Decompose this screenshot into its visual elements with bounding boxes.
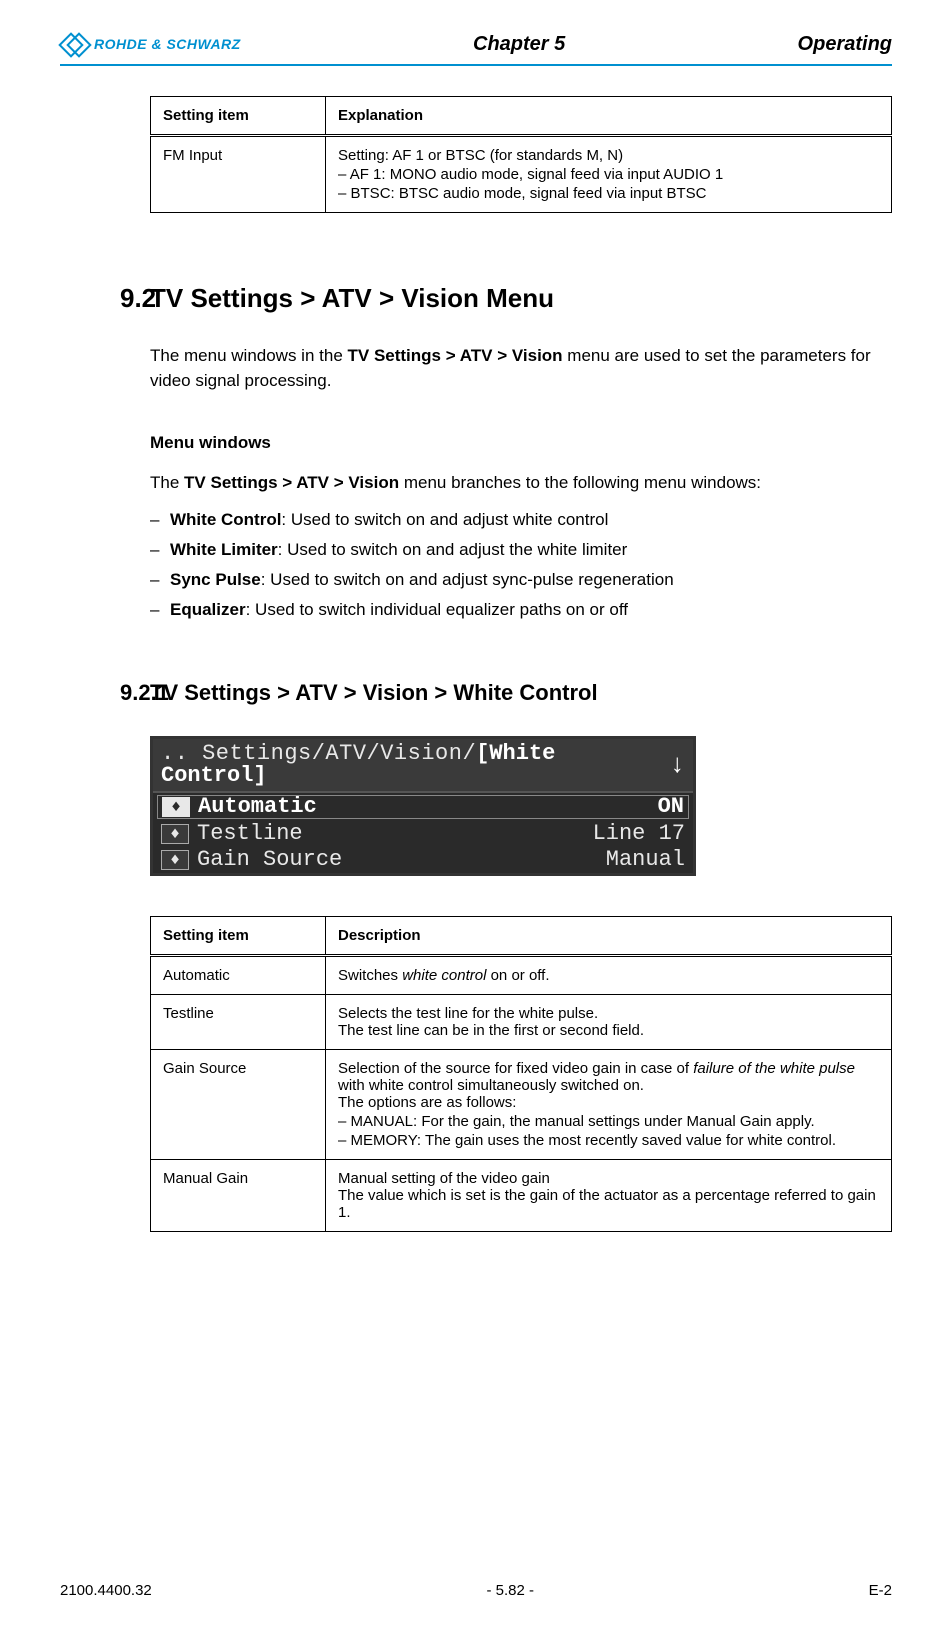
section-number: 9.2.1: [120, 680, 169, 706]
down-arrow-icon: ↓: [669, 752, 685, 778]
lcd-row: ♦ Automatic ON: [158, 796, 688, 818]
spinner-icon: ♦: [161, 824, 189, 844]
lcd-label: Gain Source: [197, 849, 606, 871]
menu-windows-list: – White Control: Used to switch on and a…: [150, 510, 892, 620]
heading-9-2-1: 9.2.1 TV Settings > ATV > Vision > White…: [60, 680, 892, 706]
lcd-row: ♦ Testline Line 17: [153, 821, 693, 847]
section-label: Operating: [798, 33, 892, 56]
page-footer: 2100.4400.32 - 5.82 - E-2: [60, 1582, 892, 1599]
settings-table-white-control: Setting item Description Automatic Switc…: [150, 916, 892, 1232]
footer-right: E-2: [869, 1582, 892, 1599]
section-title: TV Settings > ATV > Vision > White Contr…: [150, 680, 892, 706]
paragraph: The menu windows in the TV Settings > AT…: [150, 344, 892, 393]
lcd-label: Automatic: [198, 796, 658, 818]
col-setting-item: Setting item: [151, 916, 326, 955]
explanation-bullet: – AF 1: MONO audio mode, signal feed via…: [338, 166, 879, 183]
content-area: Setting item Explanation FM Input Settin…: [150, 96, 892, 213]
cell-description: Switches white control on or off.: [326, 955, 892, 994]
lcd-value: Line 17: [593, 823, 685, 845]
list-item: – White Control: Used to switch on and a…: [150, 510, 892, 530]
spinner-icon: ♦: [162, 797, 190, 817]
list-item: – Sync Pulse: Used to switch on and adju…: [150, 570, 892, 590]
footer-left: 2100.4400.32: [60, 1582, 152, 1599]
section-title: TV Settings > ATV > Vision Menu: [150, 283, 892, 314]
lcd-value: Manual: [606, 849, 685, 871]
table-row: Testline Selects the test line for the w…: [151, 994, 892, 1049]
description-bullet: – MANUAL: For the gain, the manual setti…: [338, 1113, 879, 1130]
cell-item: Manual Gain: [151, 1159, 326, 1231]
cell-item: Testline: [151, 994, 326, 1049]
lcd-value: ON: [658, 796, 684, 818]
description-bullet: – MEMORY: The gain uses the most recentl…: [338, 1132, 879, 1149]
chapter-label: Chapter 5: [473, 33, 565, 56]
explanation-line: Setting: AF 1 or BTSC (for standards M, …: [338, 147, 879, 164]
cell-description: Selection of the source for fixed video …: [326, 1049, 892, 1159]
list-item: – Equalizer: Used to switch individual e…: [150, 600, 892, 620]
table-row: Automatic Switches white control on or o…: [151, 955, 892, 994]
heading-9-2: 9.2 TV Settings > ATV > Vision Menu: [60, 283, 892, 314]
paragraph: The TV Settings > ATV > Vision menu bran…: [150, 471, 892, 496]
cell-item: Gain Source: [151, 1049, 326, 1159]
cell-item: FM Input: [151, 136, 326, 213]
table-row: FM Input Setting: AF 1 or BTSC (for stan…: [151, 136, 892, 213]
lcd-row: ♦ Gain Source Manual: [153, 847, 693, 873]
brand-logo: ROHDE & SCHWARZ: [60, 30, 241, 58]
page-header: ROHDE & SCHWARZ Chapter 5 Operating: [60, 30, 892, 66]
table-header-row: Setting item Explanation: [151, 97, 892, 136]
table-row: Gain Source Selection of the source for …: [151, 1049, 892, 1159]
section-number: 9.2: [120, 283, 156, 314]
col-description: Description: [326, 916, 892, 955]
sub-heading-menu-windows: Menu windows: [150, 433, 892, 453]
table-row: Manual Gain Manual setting of the video …: [151, 1159, 892, 1231]
settings-table-fm: Setting item Explanation FM Input Settin…: [150, 96, 892, 213]
lcd-row-selected-box: ♦ Automatic ON: [157, 795, 689, 819]
col-explanation: Explanation: [326, 97, 892, 136]
col-setting-item: Setting item: [151, 97, 326, 136]
cell-explanation: Setting: AF 1 or BTSC (for standards M, …: [326, 136, 892, 213]
spinner-icon: ♦: [161, 850, 189, 870]
cell-description: Selects the test line for the white puls…: [326, 994, 892, 1049]
cell-item: Automatic: [151, 955, 326, 994]
lcd-screenshot: .. Settings/ATV/Vision/[White Control] ↓…: [150, 736, 696, 876]
table-header-row: Setting item Description: [151, 916, 892, 955]
cell-description: Manual setting of the video gain The val…: [326, 1159, 892, 1231]
footer-center: - 5.82 -: [486, 1582, 534, 1599]
list-item: – White Limiter: Used to switch on and a…: [150, 540, 892, 560]
logo-icon: [60, 30, 88, 58]
page: ROHDE & SCHWARZ Chapter 5 Operating Sett…: [0, 0, 952, 1629]
lcd-breadcrumb: .. Settings/ATV/Vision/[White Control] ↓: [153, 739, 693, 793]
brand-text: ROHDE & SCHWARZ: [94, 36, 241, 52]
explanation-bullet: – BTSC: BTSC audio mode, signal feed via…: [338, 185, 879, 202]
lcd-label: Testline: [197, 823, 593, 845]
